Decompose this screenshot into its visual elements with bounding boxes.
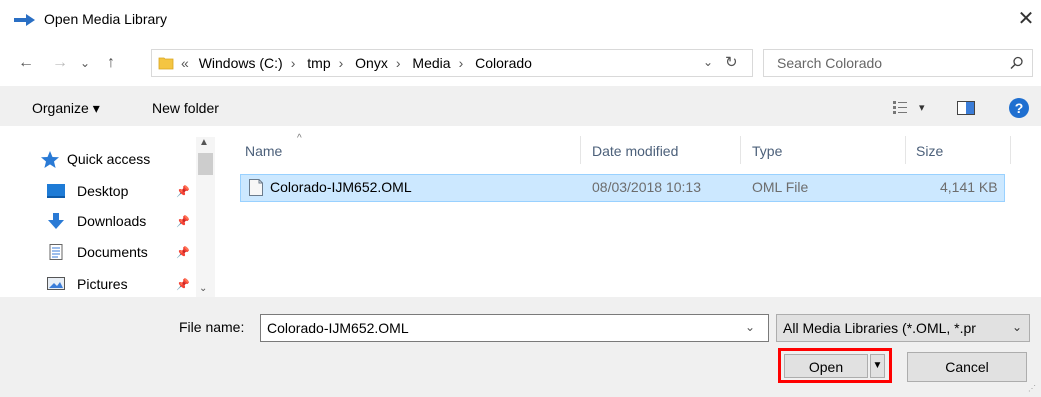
star-icon (41, 151, 59, 168)
scroll-down-icon[interactable]: ⌄ (199, 283, 207, 294)
breadcrumb-overflow[interactable]: « (181, 55, 195, 71)
column-divider[interactable] (740, 136, 741, 164)
sort-ascending-icon: ^ (297, 133, 302, 144)
preview-pane-icon[interactable] (957, 101, 975, 115)
pin-icon: 📌 (176, 247, 190, 259)
breadcrumb-separator: › (458, 55, 464, 71)
pin-icon: 📌 (176, 216, 190, 228)
breadcrumb-separator: › (395, 55, 401, 71)
file-name-cell[interactable]: Colorado-IJM652.OML (270, 179, 412, 195)
organize-button[interactable]: Organize ▾ (32, 100, 100, 117)
column-header-type[interactable]: Type (752, 143, 782, 159)
pin-icon: 📌 (176, 279, 190, 291)
resize-grip-icon[interactable]: ⋰ (1028, 384, 1036, 393)
open-button[interactable]: Open (784, 354, 868, 378)
date-modified-cell: 08/03/2018 10:13 (592, 179, 701, 195)
cancel-button[interactable]: Cancel (907, 352, 1027, 382)
window-title: Open Media Library (44, 11, 167, 27)
column-header-size[interactable]: Size (916, 143, 943, 159)
breadcrumb: « Windows (C:) › tmp › Onyx › Media › Colora… (181, 55, 532, 71)
file-icon (249, 179, 263, 196)
file-type-filter-select[interactable]: All Media Libraries (*.OML, *.pr (776, 314, 1030, 342)
refresh-icon[interactable]: ↻ (725, 53, 738, 71)
forward-button[interactable]: → (50, 52, 70, 74)
file-name-label: File name: (179, 319, 245, 335)
new-folder-button[interactable]: New folder (152, 100, 219, 116)
blue-arrow-icon (14, 14, 35, 26)
download-arrow-icon (48, 213, 64, 229)
size-cell: 4,141 KB (940, 179, 998, 195)
sidebar-item-documents[interactable]: Documents (77, 244, 148, 260)
sidebar-item-downloads[interactable]: Downloads (77, 213, 146, 229)
document-icon (49, 244, 63, 260)
filter-dropdown-icon[interactable]: ⌄ (1012, 320, 1022, 334)
column-header-date-modified[interactable]: Date modified (592, 143, 678, 159)
column-divider[interactable] (905, 136, 906, 164)
desktop-icon (47, 184, 65, 198)
address-dropdown-icon[interactable]: ⌄ (703, 55, 713, 69)
sidebar-item-pictures[interactable]: Pictures (77, 276, 128, 292)
back-button[interactable]: ← (16, 52, 36, 74)
breadcrumb-item[interactable]: Onyx (355, 55, 388, 71)
breadcrumb-item[interactable]: Colorado (475, 55, 532, 71)
column-divider[interactable] (1010, 136, 1011, 164)
folder-icon (158, 57, 174, 70)
column-divider[interactable] (580, 136, 581, 164)
breadcrumb-separator: › (290, 55, 296, 71)
recent-locations-button[interactable]: ⌄ (78, 52, 92, 74)
pictures-icon (47, 277, 65, 290)
breadcrumb-item[interactable]: Windows (C:) (199, 55, 283, 71)
type-cell: OML File (752, 179, 809, 195)
up-folder-button[interactable]: ↑ (101, 52, 121, 74)
view-options-icon[interactable] (893, 101, 907, 114)
scroll-up-icon[interactable]: ▲ (199, 137, 209, 148)
pin-icon: 📌 (176, 186, 190, 198)
sidebar-scrollbar-thumb[interactable] (198, 153, 213, 175)
column-header-name[interactable]: Name (245, 143, 282, 159)
breadcrumb-separator: › (338, 55, 344, 71)
open-split-dropdown-button[interactable]: ▼ (870, 354, 885, 378)
close-button[interactable]: ✕ (1015, 8, 1037, 30)
breadcrumb-item[interactable]: Media (412, 55, 450, 71)
search-input[interactable]: Search Colorado (777, 55, 882, 71)
sidebar-item-quick-access[interactable]: Quick access (67, 151, 150, 167)
sidebar-item-desktop[interactable]: Desktop (77, 183, 128, 199)
breadcrumb-item[interactable]: tmp (307, 55, 330, 71)
view-dropdown-icon[interactable]: ▾ (919, 101, 925, 114)
search-icon[interactable] (1010, 56, 1024, 70)
file-name-input[interactable] (260, 314, 769, 342)
help-icon[interactable]: ? (1009, 98, 1029, 118)
